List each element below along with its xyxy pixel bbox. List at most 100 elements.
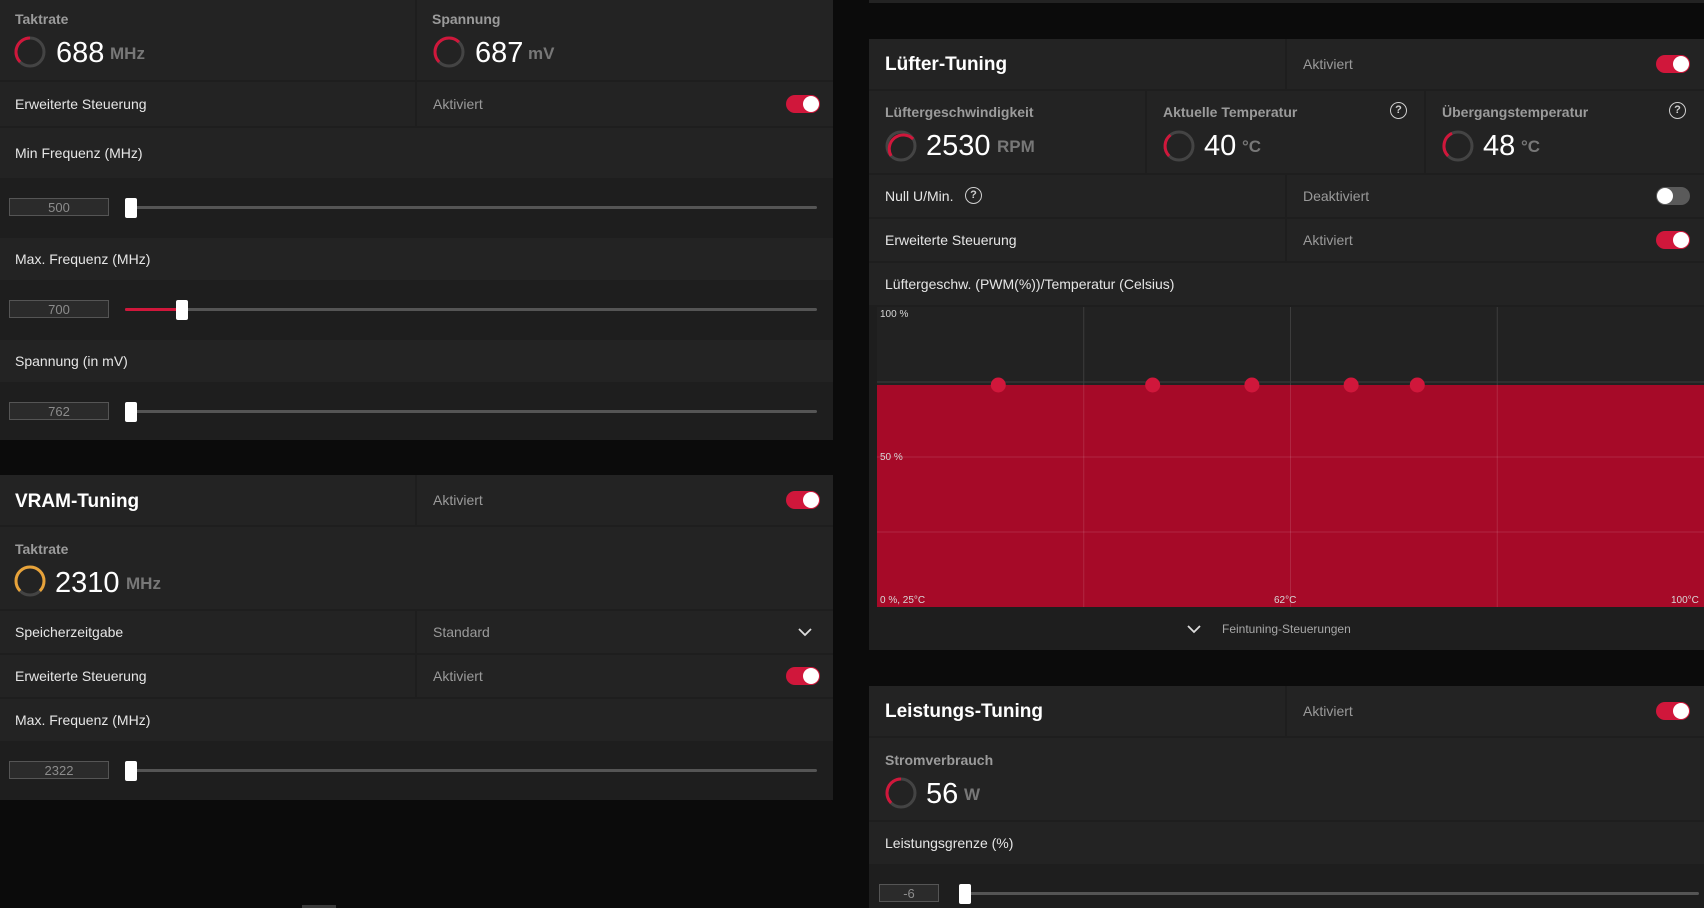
power-limit-slider-row: -6 bbox=[869, 866, 1704, 908]
fan-curve-point-4[interactable] bbox=[1343, 377, 1359, 393]
junction-temp-help-icon[interactable]: ? bbox=[1669, 102, 1686, 119]
power-limit-slider-thumb[interactable] bbox=[959, 884, 971, 904]
vram-max-freq-input[interactable]: 2322 bbox=[9, 761, 109, 779]
voltage-mv-input[interactable]: 762 bbox=[9, 402, 109, 420]
clock-gauge-icon bbox=[14, 36, 46, 68]
voltage-title: Spannung bbox=[432, 11, 501, 27]
voltage-mv-track bbox=[125, 410, 817, 413]
zero-rpm-state-cell: Deaktiviert bbox=[1287, 175, 1704, 217]
voltage-mv-slider-row: 762 bbox=[0, 384, 833, 440]
zero-rpm-state: Deaktiviert bbox=[1303, 188, 1370, 204]
fan-curve-svg[interactable] bbox=[877, 307, 1704, 607]
fan-toggle[interactable] bbox=[1656, 55, 1690, 73]
voltage-gauge-icon bbox=[433, 36, 465, 68]
fan-state: Aktiviert bbox=[1303, 56, 1353, 72]
max-freq-slider-thumb[interactable] bbox=[176, 300, 188, 320]
fan-advanced-state: Aktiviert bbox=[1303, 232, 1353, 248]
clock-card: Taktrate 688 MHz bbox=[0, 0, 415, 80]
vram-state-cell: Aktiviert bbox=[417, 475, 833, 525]
fan-tuning-panel: Lüfter-Tuning Aktiviert Lüftergeschwindi… bbox=[869, 39, 1704, 650]
chevron-down-icon bbox=[798, 628, 812, 637]
current-temp-value: 40 bbox=[1204, 130, 1237, 162]
fan-speed-card: Lüftergeschwindigkeit 2530 RPM bbox=[869, 91, 1145, 173]
clock-title: Taktrate bbox=[15, 11, 69, 27]
y-tick-label-100: 100 % bbox=[880, 309, 909, 320]
vram-tuning-panel: VRAM-Tuning Aktiviert Taktrate 2310 MHz … bbox=[0, 475, 833, 800]
fan-curve-chart[interactable]: 100 % 50 % 0 %, 25°C 62°C 100°C bbox=[877, 307, 1704, 607]
power-limit-label: Leistungsgrenze (%) bbox=[885, 835, 1014, 851]
vram-clock-gauge-icon bbox=[14, 565, 46, 597]
clock-unit: MHz bbox=[110, 44, 145, 63]
voltage-unit: mV bbox=[528, 44, 555, 63]
current-temp-help-icon[interactable]: ? bbox=[1390, 102, 1407, 119]
vram-toggle[interactable] bbox=[786, 491, 820, 509]
vram-title-cell: VRAM-Tuning bbox=[0, 475, 415, 525]
junction-temp-gauge-icon bbox=[1442, 130, 1474, 162]
junction-temp-unit: °C bbox=[1521, 137, 1541, 156]
vram-max-freq-slider-thumb[interactable] bbox=[125, 761, 137, 781]
power-state-cell: Aktiviert bbox=[1287, 686, 1704, 736]
junction-temp-title: Übergangstemperatur bbox=[1442, 104, 1589, 120]
power-consumption-title: Stromverbrauch bbox=[885, 752, 994, 768]
fan-advanced-toggle[interactable] bbox=[1656, 231, 1690, 249]
power-toggle[interactable] bbox=[1656, 702, 1690, 720]
vram-advanced-label: Erweiterte Steuerung bbox=[15, 668, 147, 684]
max-freq-input[interactable]: 700 bbox=[9, 300, 109, 318]
vram-max-freq-track bbox=[125, 769, 817, 772]
gpu-advanced-label: Erweiterte Steuerung bbox=[15, 96, 147, 112]
memory-timing-label-cell: Speicherzeitgabe bbox=[0, 611, 415, 653]
chevron-down-icon bbox=[1187, 625, 1201, 634]
vram-advanced-label-cell: Erweiterte Steuerung bbox=[0, 655, 415, 697]
fine-tune-label: Feintuning-Steuerungen bbox=[1222, 622, 1351, 636]
gpu-advanced-toggle[interactable] bbox=[786, 95, 820, 113]
zero-rpm-label-cell: Null U/Min. ? bbox=[869, 175, 1285, 217]
vram-advanced-toggle[interactable] bbox=[786, 667, 820, 685]
fan-advanced-label: Erweiterte Steuerung bbox=[885, 232, 1017, 248]
fan-curve-label: Lüftergeschw. (PWM(%))/Temperatur (Celsi… bbox=[885, 276, 1175, 292]
max-freq-slider-row: 700 bbox=[0, 282, 833, 338]
voltage-value: 687 bbox=[475, 37, 524, 69]
fine-tune-toggle-row[interactable]: Feintuning-Steuerungen bbox=[869, 607, 1704, 650]
max-freq-label-row: Max. Frequenz (MHz) bbox=[0, 238, 833, 280]
zero-rpm-help-icon[interactable]: ? bbox=[965, 187, 982, 204]
zero-rpm-toggle[interactable] bbox=[1656, 187, 1690, 205]
vram-clock-unit: MHz bbox=[126, 574, 161, 593]
power-consumption-value: 56 bbox=[926, 778, 959, 810]
power-consumption-unit: W bbox=[964, 785, 981, 804]
fan-title: Lüfter-Tuning bbox=[885, 54, 1008, 75]
junction-temp-card: Übergangstemperatur ? 48 °C bbox=[1426, 91, 1704, 173]
memory-timing-select[interactable]: Standard bbox=[417, 611, 833, 653]
power-limit-track bbox=[959, 892, 1699, 895]
power-title-cell: Leistungs-Tuning bbox=[869, 686, 1285, 736]
min-freq-slider-thumb[interactable] bbox=[125, 198, 137, 218]
gpu-tuning-panel: Taktrate 688 MHz Spannung 687 mV Erweite… bbox=[0, 0, 833, 440]
fan-curve-point-2[interactable] bbox=[1145, 377, 1161, 393]
min-freq-track bbox=[125, 206, 817, 209]
fan-curve-label-row: Lüftergeschw. (PWM(%))/Temperatur (Celsi… bbox=[869, 263, 1704, 305]
fan-title-cell: Lüfter-Tuning bbox=[869, 39, 1285, 89]
current-temp-card: Aktuelle Temperatur ? 40 °C bbox=[1147, 91, 1424, 173]
fan-curve-point-3[interactable] bbox=[1244, 377, 1260, 393]
y-tick-label-50: 50 % bbox=[880, 452, 903, 463]
x-tick-label-mid: 62°C bbox=[1274, 595, 1297, 606]
vram-advanced-state-cell: Aktiviert bbox=[417, 655, 833, 697]
max-freq-fill bbox=[125, 308, 182, 311]
vram-max-freq-label: Max. Frequenz (MHz) bbox=[15, 712, 151, 728]
clock-value: 688 bbox=[56, 37, 105, 69]
right-top-remnant bbox=[869, 0, 1704, 3]
x-tick-label-end: 100°C bbox=[1671, 595, 1699, 606]
fan-curve-point-1[interactable] bbox=[990, 377, 1006, 393]
fan-curve-point-5[interactable] bbox=[1409, 377, 1425, 393]
fan-advanced-state-cell: Aktiviert bbox=[1287, 219, 1704, 261]
power-limit-input[interactable]: -6 bbox=[879, 884, 939, 902]
power-consumption-gauge-icon bbox=[885, 777, 917, 809]
fan-speed-unit: RPM bbox=[997, 137, 1035, 156]
max-freq-track bbox=[125, 308, 817, 311]
power-state: Aktiviert bbox=[1303, 703, 1353, 719]
min-freq-label-row: Min Frequenz (MHz) bbox=[0, 128, 833, 178]
vram-max-freq-slider-row: 2322 bbox=[0, 743, 833, 800]
power-consumption-card: Stromverbrauch 56 W bbox=[869, 738, 1704, 820]
min-freq-input[interactable]: 500 bbox=[9, 198, 109, 216]
vram-title: VRAM-Tuning bbox=[15, 491, 140, 512]
voltage-mv-slider-thumb[interactable] bbox=[125, 402, 137, 422]
